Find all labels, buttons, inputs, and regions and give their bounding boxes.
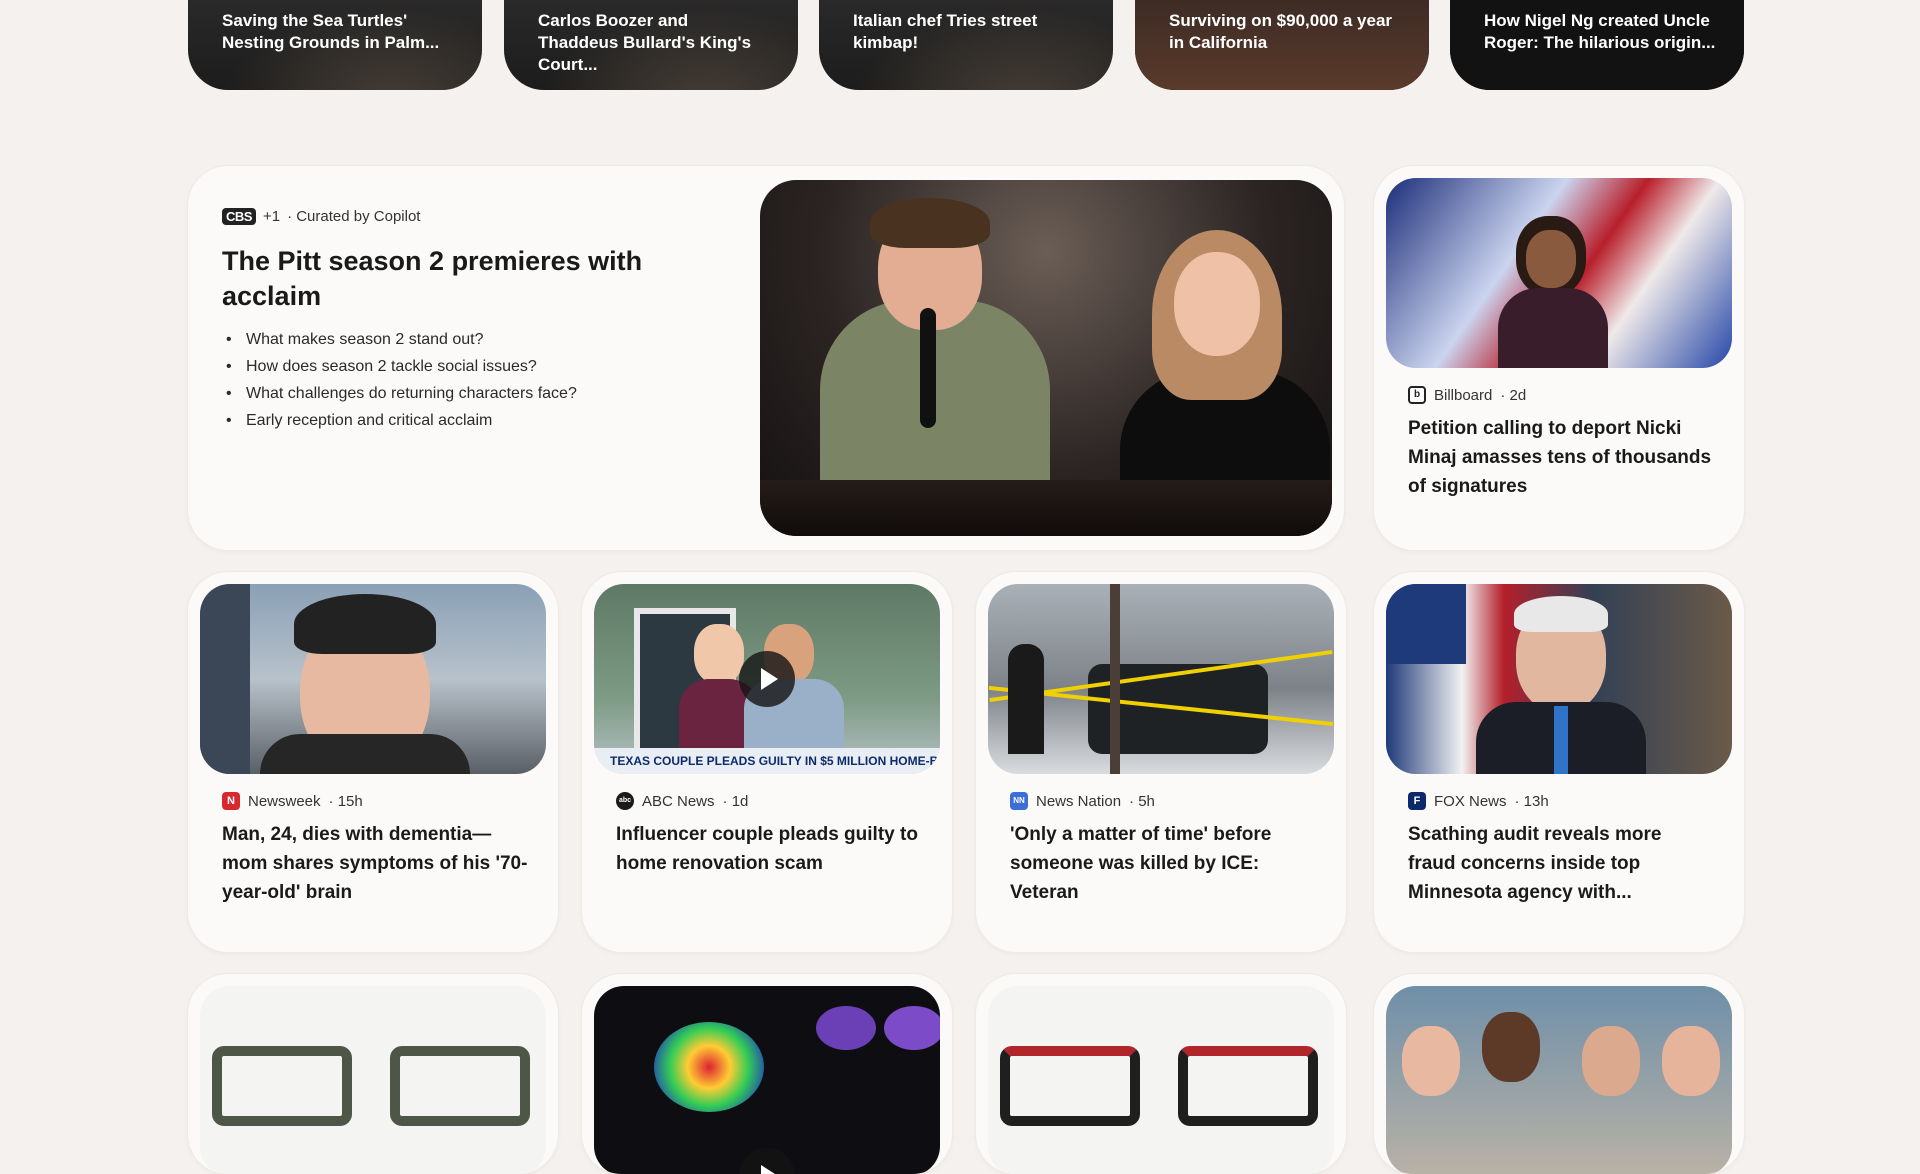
person-face bbox=[1582, 1026, 1640, 1096]
news-meta: N Newsweek · 15h bbox=[222, 792, 363, 810]
news-meta: b Billboard · 2d bbox=[1408, 386, 1526, 404]
feature-image[interactable] bbox=[760, 180, 1332, 536]
bullet-item[interactable]: Early reception and critical acclaim bbox=[222, 407, 577, 434]
eyeglasses-icon bbox=[1178, 1046, 1318, 1126]
bus-shelter bbox=[200, 584, 250, 774]
news-card[interactable] bbox=[188, 974, 558, 1174]
news-nation-logo-icon: NN bbox=[1010, 792, 1028, 810]
feature-source: CBS +1 · Curated by Copilot bbox=[222, 208, 420, 225]
agent-figure bbox=[1008, 644, 1044, 754]
news-meta: NN News Nation · 5h bbox=[1010, 792, 1155, 810]
beanie bbox=[294, 594, 436, 654]
feature-bullets: What makes season 2 stand out? How does … bbox=[222, 326, 577, 434]
eyeglasses-icon bbox=[390, 1046, 530, 1126]
play-icon[interactable] bbox=[739, 1148, 795, 1174]
feature-title[interactable]: The Pitt season 2 premieres with acclaim bbox=[222, 244, 662, 314]
person-face bbox=[1174, 252, 1260, 356]
curated-label: · Curated by Copilot bbox=[287, 208, 421, 225]
news-meta: F FOX News · 13h bbox=[1408, 792, 1549, 810]
news-card[interactable]: TEXAS COUPLE PLEADS GUILTY IN $5 MILLION… bbox=[582, 572, 952, 952]
video-title: Italian chef Tries street kimbap! bbox=[853, 11, 1038, 52]
news-thumbnail[interactable] bbox=[1386, 584, 1732, 774]
news-headline[interactable]: Man, 24, dies with dementia—mom shares s… bbox=[222, 820, 528, 907]
video-card[interactable]: Italian chef Tries street kimbap! bbox=[819, 0, 1113, 90]
source-name[interactable]: News Nation bbox=[1036, 793, 1121, 810]
video-title: Carlos Boozer and Thaddeus Bullard's Kin… bbox=[538, 11, 752, 74]
brain-scan bbox=[884, 1006, 940, 1050]
person-face bbox=[1662, 1026, 1720, 1096]
news-card[interactable] bbox=[582, 974, 952, 1174]
person-face bbox=[694, 624, 744, 684]
video-title: How Nigel Ng created Uncle Roger: The hi… bbox=[1484, 11, 1716, 52]
video-card[interactable]: Saving the Sea Turtles' Nesting Grounds … bbox=[188, 0, 482, 90]
age: · 1d bbox=[722, 792, 749, 810]
news-thumbnail[interactable] bbox=[200, 584, 546, 774]
age: · 15h bbox=[328, 792, 363, 810]
person-hair bbox=[870, 198, 990, 248]
bullet-item[interactable]: What makes season 2 stand out? bbox=[222, 326, 577, 353]
news-card[interactable]: NN News Nation · 5h 'Only a matter of ti… bbox=[976, 572, 1346, 952]
age: · 2d bbox=[1500, 386, 1527, 404]
news-headline[interactable]: Scathing audit reveals more fraud concer… bbox=[1408, 820, 1714, 907]
more-sources: +1 bbox=[262, 208, 281, 225]
person-face bbox=[1482, 1012, 1540, 1082]
necktie bbox=[1554, 706, 1568, 774]
video-card[interactable]: Carlos Boozer and Thaddeus Bullard's Kin… bbox=[504, 0, 798, 90]
news-card[interactable] bbox=[976, 974, 1346, 1174]
video-card[interactable]: How Nigel Ng created Uncle Roger: The hi… bbox=[1450, 0, 1744, 90]
billboard-logo-icon: b bbox=[1408, 386, 1426, 404]
news-headline[interactable]: Petition calling to deport Nicki Minaj a… bbox=[1408, 414, 1714, 501]
age: · 13h bbox=[1514, 792, 1549, 810]
stage-floor bbox=[760, 480, 1332, 536]
bullet-item[interactable]: What challenges do returning characters … bbox=[222, 380, 577, 407]
person-hair bbox=[1514, 596, 1608, 632]
source-name[interactable]: Newsweek bbox=[248, 793, 321, 810]
eyeglasses-icon bbox=[1000, 1046, 1140, 1126]
news-headline[interactable]: Influencer couple pleads guilty to home … bbox=[616, 820, 922, 878]
news-thumbnail[interactable] bbox=[1386, 178, 1732, 368]
video-chyron: TEXAS COUPLE PLEADS GUILTY IN $5 MILLION… bbox=[594, 748, 940, 774]
news-meta: abc ABC News · 1d bbox=[616, 792, 748, 810]
newsweek-logo-icon: N bbox=[222, 792, 240, 810]
play-icon[interactable] bbox=[739, 651, 795, 707]
flag-icon bbox=[1386, 584, 1466, 664]
feature-card[interactable]: CBS +1 · Curated by Copilot The Pitt sea… bbox=[188, 166, 1344, 550]
news-thumbnail[interactable] bbox=[594, 986, 940, 1174]
age: · 5h bbox=[1129, 792, 1155, 810]
news-card[interactable] bbox=[1374, 974, 1744, 1174]
news-thumbnail[interactable] bbox=[1386, 986, 1732, 1174]
person-figure bbox=[260, 734, 470, 774]
video-title: Saving the Sea Turtles' Nesting Grounds … bbox=[222, 11, 440, 52]
cbs-logo-icon: CBS bbox=[222, 208, 256, 225]
news-headline[interactable]: 'Only a matter of time' before someone w… bbox=[1010, 820, 1316, 907]
news-thumbnail[interactable] bbox=[200, 986, 546, 1174]
eyeglasses-icon bbox=[212, 1046, 352, 1126]
source-name[interactable]: Billboard bbox=[1434, 387, 1492, 404]
brain-scan bbox=[816, 1006, 876, 1050]
person-face bbox=[1526, 230, 1576, 288]
person-figure bbox=[1498, 288, 1608, 368]
source-name[interactable]: FOX News bbox=[1434, 793, 1507, 810]
source-name[interactable]: ABC News bbox=[642, 793, 715, 810]
news-thumbnail[interactable] bbox=[988, 986, 1334, 1174]
bullet-item[interactable]: How does season 2 tackle social issues? bbox=[222, 353, 577, 380]
news-card[interactable]: F FOX News · 13h Scathing audit reveals … bbox=[1374, 572, 1744, 952]
person-face bbox=[1402, 1026, 1460, 1096]
news-thumbnail[interactable] bbox=[988, 584, 1334, 774]
brain-scan bbox=[654, 1022, 764, 1112]
video-strip: Saving the Sea Turtles' Nesting Grounds … bbox=[188, 0, 1744, 90]
news-card[interactable]: N Newsweek · 15h Man, 24, dies with deme… bbox=[188, 572, 558, 952]
fox-news-logo-icon: F bbox=[1408, 792, 1426, 810]
news-thumbnail[interactable]: TEXAS COUPLE PLEADS GUILTY IN $5 MILLION… bbox=[594, 584, 940, 774]
video-title: Surviving on $90,000 a year in Californi… bbox=[1169, 11, 1393, 52]
tree bbox=[1110, 584, 1120, 774]
news-card[interactable]: b Billboard · 2d Petition calling to dep… bbox=[1374, 166, 1744, 550]
microphone-icon bbox=[920, 308, 936, 428]
video-card[interactable]: Surviving on $90,000 a year in Californi… bbox=[1135, 0, 1429, 90]
abc-news-logo-icon: abc bbox=[616, 792, 634, 810]
